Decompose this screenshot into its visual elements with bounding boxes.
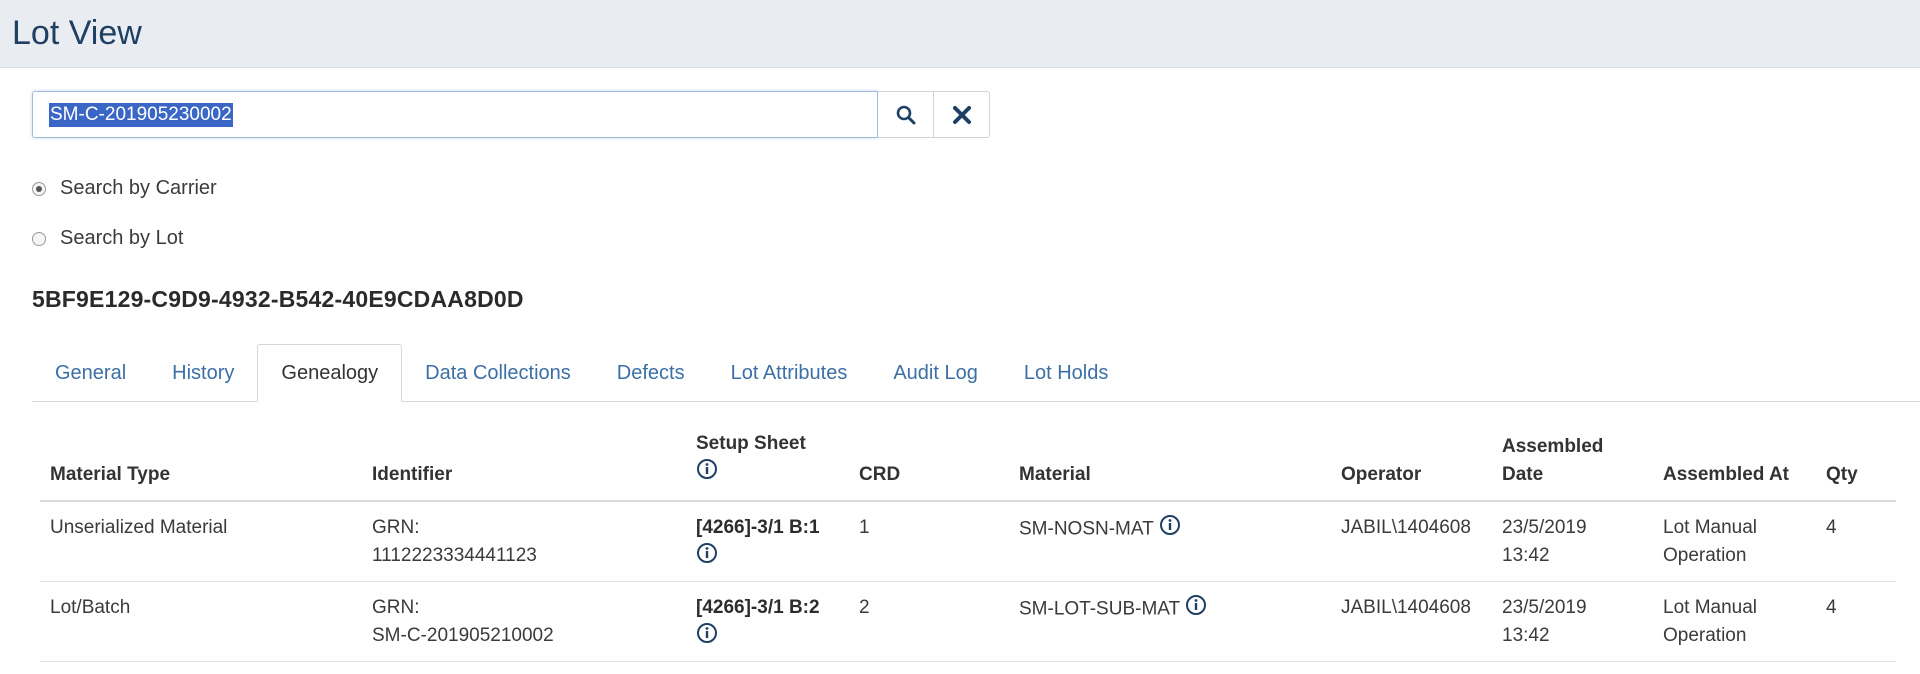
cell-qty: 4 <box>1816 581 1896 662</box>
cell-assembled-at: Lot Manual Operation <box>1653 581 1816 662</box>
header-assembled-at: Assembled At <box>1653 430 1816 502</box>
cell-assembled-at-line1: Lot Manual <box>1663 517 1758 538</box>
cell-identifier-value: 1112223334441123 <box>372 545 537 566</box>
cell-date: 23/5/2019 <box>1502 597 1587 618</box>
cell-identifier-value: SM-C-201905210002 <box>372 625 554 646</box>
cell-identifier-prefix: GRN: <box>372 597 420 618</box>
header-setup-sheet-label: Setup Sheet <box>696 433 806 454</box>
tab-data-collections[interactable]: Data Collections <box>402 345 594 401</box>
table-row: Unserialized Material GRN: 1112223334441… <box>40 501 1896 582</box>
cell-material: SM-LOT-SUB-MAT <box>1009 581 1331 662</box>
cell-setup-sheet: [4266]-3/1 B:2 <box>686 581 849 662</box>
header-assembled-date-line2: Date <box>1502 464 1544 485</box>
radio-search-by-lot[interactable]: Search by Lot <box>32 227 183 250</box>
table-row: Lot/Batch GRN: SM-C-201905210002 [4266]-… <box>40 581 1896 662</box>
search-button[interactable] <box>878 91 934 138</box>
cell-assembled-at-line2: Operation <box>1663 545 1747 566</box>
cell-crd: 1 <box>849 501 1009 582</box>
header-assembled-date-line1: Assembled <box>1502 436 1604 457</box>
header-assembled-date: Assembled Date <box>1492 430 1653 502</box>
search-icon <box>896 105 915 124</box>
cell-time: 13:42 <box>1502 625 1550 646</box>
header-identifier: Identifier <box>362 430 686 502</box>
info-icon[interactable] <box>696 622 718 653</box>
radio-label-carrier: Search by Carrier <box>60 177 217 199</box>
info-icon[interactable] <box>696 542 718 573</box>
genealogy-table: Material Type Identifier Setup Sheet CRD… <box>40 430 1896 662</box>
cell-operator: JABIL\1404608 <box>1331 501 1492 582</box>
lot-guid: 5BF9E129-C9D9-4932-B542-40E9CDAA8D0D <box>32 286 524 312</box>
header-operator: Operator <box>1331 430 1492 502</box>
tab-lot-holds[interactable]: Lot Holds <box>1001 345 1132 401</box>
cell-assembled-date: 23/5/2019 13:42 <box>1492 501 1653 582</box>
tab-audit-log[interactable]: Audit Log <box>870 345 1001 401</box>
header-material: Material <box>1009 430 1331 502</box>
cell-assembled-date: 23/5/2019 13:42 <box>1492 581 1653 662</box>
info-icon[interactable] <box>1185 594 1207 625</box>
tab-lot-attributes[interactable]: Lot Attributes <box>708 345 871 401</box>
cell-setup-sheet: [4266]-3/1 B:1 <box>686 501 849 582</box>
cell-qty: 4 <box>1816 501 1896 582</box>
cell-material-value: SM-NOSN-MAT <box>1019 518 1154 540</box>
page-title: Lot View <box>12 14 142 52</box>
radio-button-unchecked[interactable] <box>32 231 46 246</box>
cell-assembled-at-line1: Lot Manual <box>1663 597 1758 618</box>
cell-crd: 2 <box>849 581 1009 662</box>
search-input-value: SM-C-201905230002 <box>49 102 233 127</box>
cell-operator: JABIL\1404608 <box>1331 581 1492 662</box>
cell-setup-sheet-value: [4266]-3/1 B:2 <box>696 597 820 618</box>
search-input[interactable]: SM-C-201905230002 <box>32 91 878 138</box>
radio-button-checked[interactable] <box>32 181 46 196</box>
cell-setup-sheet-value: [4266]-3/1 B:1 <box>696 517 820 538</box>
cell-time: 13:42 <box>1502 545 1550 566</box>
cell-date: 23/5/2019 <box>1502 517 1587 538</box>
cell-material-type: Unserialized Material <box>40 501 362 582</box>
cell-identifier: GRN: SM-C-201905210002 <box>362 581 686 662</box>
table-header-row: Material Type Identifier Setup Sheet CRD… <box>40 430 1896 502</box>
header-crd: CRD <box>849 430 1009 502</box>
clear-search-button[interactable] <box>934 91 990 138</box>
tab-history[interactable]: History <box>149 345 257 401</box>
tab-genealogy[interactable]: Genealogy <box>257 344 403 402</box>
page-header: Lot View <box>0 0 1920 68</box>
cell-material-type: Lot/Batch <box>40 581 362 662</box>
info-icon[interactable] <box>1159 514 1181 545</box>
radio-search-by-carrier[interactable]: Search by Carrier <box>32 177 217 200</box>
main-content: SM-C-201905230002 <box>0 91 1920 138</box>
header-setup-sheet: Setup Sheet <box>686 430 849 502</box>
cell-identifier: GRN: 1112223334441123 <box>362 501 686 582</box>
cell-assembled-at-line2: Operation <box>1663 625 1747 646</box>
close-icon <box>952 105 971 124</box>
cell-assembled-at: Lot Manual Operation <box>1653 501 1816 582</box>
cell-material-value: SM-LOT-SUB-MAT <box>1019 598 1180 620</box>
radio-label-lot: Search by Lot <box>60 227 184 249</box>
tab-defects[interactable]: Defects <box>594 345 708 401</box>
search-bar: SM-C-201905230002 <box>32 91 1920 138</box>
info-icon[interactable] <box>696 458 718 489</box>
cell-material: SM-NOSN-MAT <box>1009 501 1331 582</box>
header-material-type: Material Type <box>40 430 362 502</box>
cell-identifier-prefix: GRN: <box>372 517 420 538</box>
header-qty: Qty <box>1816 430 1896 502</box>
tab-bar: General History Genealogy Data Collectio… <box>32 343 1920 402</box>
tab-general[interactable]: General <box>32 345 149 401</box>
